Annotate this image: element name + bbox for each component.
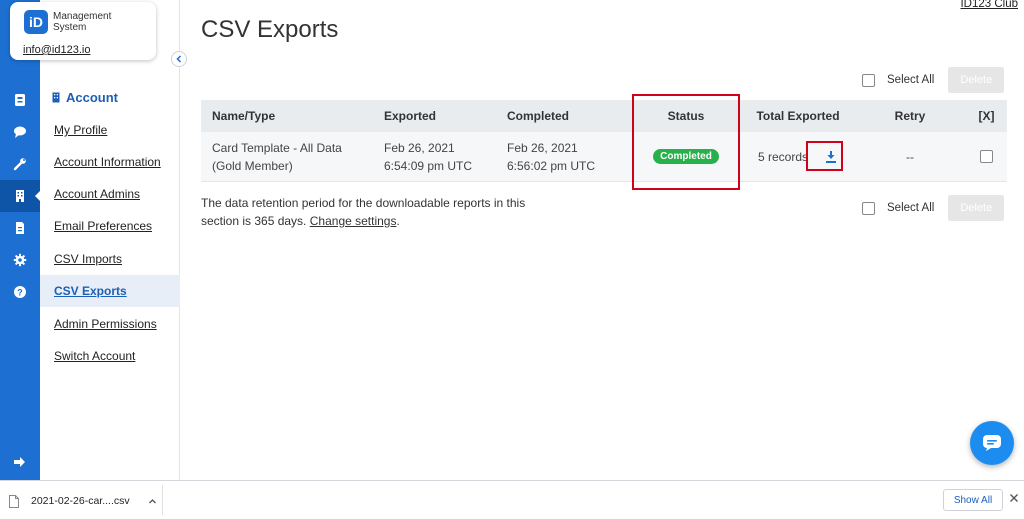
- browser-download-bar: 2021-02-26-car....csv Show All: [0, 480, 1024, 519]
- downloaded-file-item[interactable]: 2021-02-26-car....csv: [3, 486, 157, 516]
- building-icon: [52, 92, 60, 103]
- id-card-icon[interactable]: [0, 84, 40, 116]
- select-all-checkbox[interactable]: [862, 73, 875, 87]
- club-name-link[interactable]: ID123 Club: [960, 0, 1018, 10]
- chat-icon: [983, 435, 1001, 451]
- delete-button-bottom[interactable]: Delete: [948, 195, 1005, 221]
- chevron-left-icon: [176, 55, 182, 63]
- cell-exported: Feb 26, 2021 6:54:09 pm UTC: [384, 140, 473, 173]
- column-header-remove: [X]: [978, 109, 995, 123]
- collapse-sidebar-button[interactable]: [171, 51, 187, 67]
- column-header-completed: Completed: [507, 109, 570, 123]
- logo-card[interactable]: iD Management System info@id123.io: [10, 2, 156, 60]
- bulk-actions-bottom: Select All Delete: [862, 195, 1005, 221]
- downloaded-file-name: 2021-02-26-car....csv: [31, 495, 130, 507]
- nav-item-csv-exports[interactable]: CSV Exports: [40, 275, 180, 307]
- row-select-checkbox[interactable]: [980, 150, 993, 163]
- nav-item-csv-imports[interactable]: CSV Imports: [40, 243, 180, 275]
- logo-text: Management System: [53, 11, 112, 33]
- logo-mark: iD: [24, 10, 48, 34]
- nav-item-admin-permissions[interactable]: Admin Permissions: [40, 308, 180, 340]
- column-header-status: Status: [667, 109, 705, 123]
- chat-launcher-button[interactable]: [970, 421, 1014, 465]
- table-row: Card Template - All Data (Gold Member) F…: [201, 132, 1007, 182]
- select-all-label-bottom[interactable]: Select All: [887, 202, 934, 214]
- nav-item-switch-account[interactable]: Switch Account: [40, 340, 180, 372]
- column-header-exported: Exported: [384, 109, 437, 123]
- chat-icon[interactable]: [0, 116, 40, 148]
- retention-notice: The data retention period for the downlo…: [201, 196, 526, 228]
- svg-text:?: ?: [17, 288, 23, 298]
- column-header-total-exported: Total Exported: [756, 109, 840, 123]
- nav-item-account-information[interactable]: Account Information: [40, 146, 180, 178]
- divider: [162, 485, 163, 515]
- wrench-icon[interactable]: [0, 148, 40, 180]
- table-header: Name/Type Exported Completed Status Tota…: [201, 100, 1007, 132]
- chevron-up-icon[interactable]: [148, 497, 157, 506]
- page-title: CSV Exports: [201, 16, 339, 43]
- cell-retry[interactable]: --: [854, 150, 966, 164]
- icon-rail: ?: [0, 0, 41, 480]
- sign-out-icon[interactable]: [0, 446, 40, 478]
- status-badge: Completed: [653, 149, 719, 164]
- nav-item-account-admins[interactable]: Account Admins: [40, 178, 180, 210]
- download-icon[interactable]: [824, 150, 838, 164]
- show-all-button[interactable]: Show All: [943, 489, 1003, 511]
- document-icon[interactable]: [0, 212, 40, 244]
- nav-item-my-profile[interactable]: My Profile: [40, 114, 180, 146]
- file-icon: [9, 494, 19, 508]
- delete-button[interactable]: Delete: [948, 67, 1005, 93]
- gear-icon[interactable]: [0, 244, 40, 276]
- building-icon[interactable]: [0, 180, 41, 212]
- select-all-label[interactable]: Select All: [887, 74, 934, 86]
- exports-table: Name/Type Exported Completed Status Tota…: [201, 100, 1007, 182]
- nav-item-email-preferences[interactable]: Email Preferences: [40, 210, 180, 242]
- column-header-name-type: Name/Type: [212, 109, 276, 123]
- cell-status: Completed: [630, 149, 742, 164]
- select-all-checkbox-bottom[interactable]: [862, 201, 875, 215]
- cell-remove: [966, 150, 1007, 163]
- column-header-retry: Retry: [894, 109, 926, 123]
- cell-completed: Feb 26, 2021 6:56:02 pm UTC: [507, 140, 596, 173]
- bulk-actions-top: Select All Delete: [862, 67, 1005, 93]
- cell-name-type: Card Template - All Data (Gold Member): [212, 140, 342, 173]
- cell-total-exported: 5 records: [742, 150, 854, 164]
- close-icon[interactable]: [1009, 493, 1019, 503]
- user-email[interactable]: info@id123.io: [23, 44, 90, 56]
- nav-heading: Account: [52, 90, 118, 105]
- help-icon[interactable]: ?: [0, 276, 40, 308]
- change-settings-link[interactable]: Change settings: [310, 214, 397, 228]
